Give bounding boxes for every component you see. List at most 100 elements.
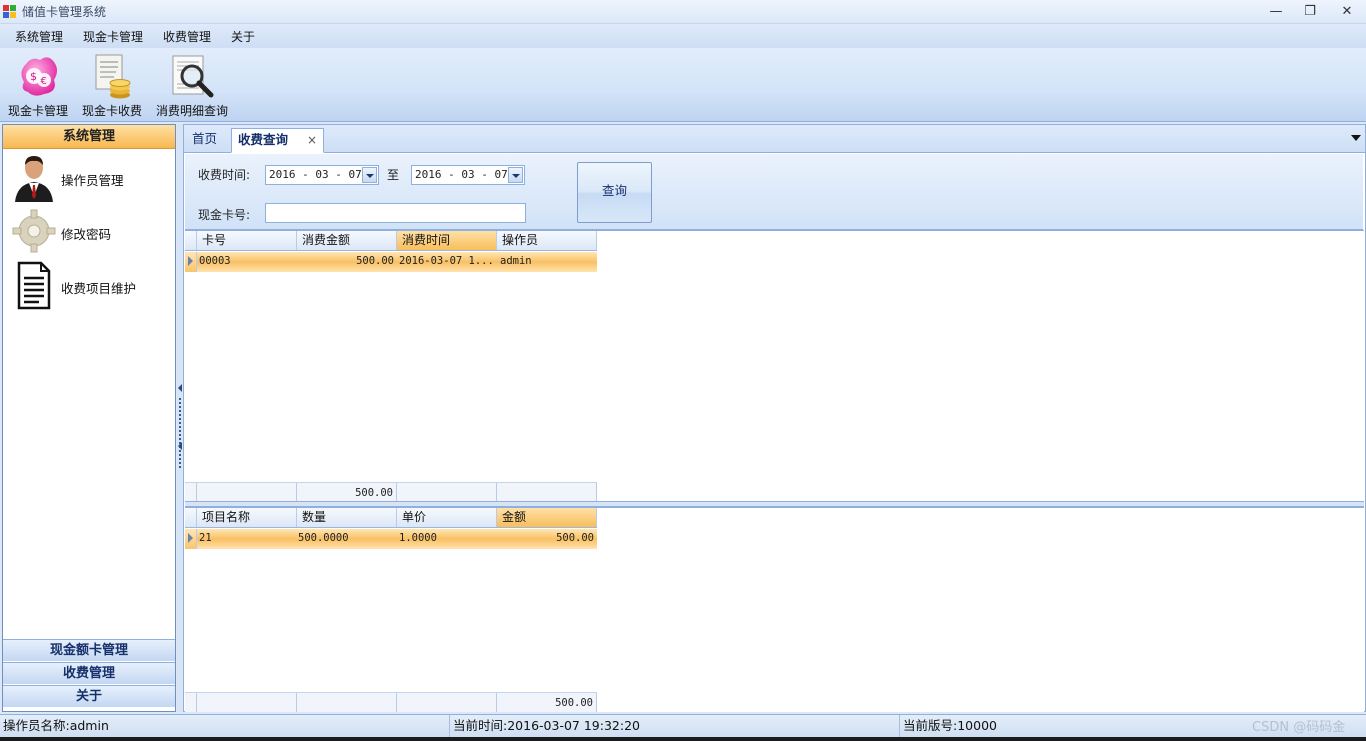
chevron-down-icon[interactable] xyxy=(508,167,523,183)
grid-corner xyxy=(185,508,197,527)
footer-indicator xyxy=(185,483,197,502)
footer-indicator xyxy=(185,693,197,712)
svg-text:€: € xyxy=(41,76,47,87)
toolbar-card-charge-button[interactable]: 现金卡收费 xyxy=(78,50,146,120)
date-from-picker[interactable]: 2016 - 03 - 07 xyxy=(265,165,379,185)
sidebar-item-label: 操作员管理 xyxy=(61,173,124,188)
sidebar-group-charges[interactable]: 收费管理 xyxy=(3,662,175,684)
collapse-arrow-icon[interactable] xyxy=(178,442,182,450)
status-operator: 操作员名称:admin xyxy=(0,715,450,738)
money-coin-icon: $ € xyxy=(21,57,57,96)
footer-cell xyxy=(397,483,497,502)
cell-amount[interactable]: 500.00 xyxy=(297,252,397,272)
toolbar-card-charge-label: 现金卡收费 xyxy=(81,104,142,118)
sidebar-header[interactable]: 系统管理 xyxy=(3,125,175,149)
grid-footer: 500.00 xyxy=(185,482,597,502)
cell-quantity[interactable]: 500.0000 xyxy=(297,529,397,549)
column-header[interactable]: 单价 xyxy=(397,508,497,527)
to-label: 至 xyxy=(387,168,400,182)
title-bar: 储值卡管理系统 — ❐ ✕ xyxy=(0,0,1366,24)
menu-charges[interactable]: 收费管理 xyxy=(160,27,214,46)
operator-avatar-icon xyxy=(15,156,53,202)
watermark: CSDN @码码金 xyxy=(1252,720,1346,735)
sidebar: 系统管理 操作员管理 修改密码 收费项目维护 现金额卡管理 收费管理 关于 xyxy=(2,124,176,712)
date-to-picker[interactable]: 2016 - 03 - 07 xyxy=(411,165,525,185)
status-current-time: 当前时间:2016-03-07 19:32:20 xyxy=(450,715,900,738)
document-icon xyxy=(17,261,51,310)
gear-icon xyxy=(12,209,56,253)
grid-corner xyxy=(185,231,197,250)
footer-total-amount: 500.00 xyxy=(497,693,597,712)
sidebar-group-cash-card[interactable]: 现金额卡管理 xyxy=(3,639,175,661)
column-header[interactable]: 卡号 xyxy=(197,231,297,250)
tab-strip: 首页 收费查询 × xyxy=(184,125,1365,153)
chevron-down-icon[interactable] xyxy=(362,167,377,183)
card-number-input[interactable] xyxy=(265,203,526,223)
toolbar-consumption-query-label: 消费明细查询 xyxy=(155,104,228,118)
toolbar-consumption-query-button[interactable]: 消费明细查询 xyxy=(154,50,230,120)
sidebar-item-label: 收费项目维护 xyxy=(61,281,137,296)
menu-cash-card[interactable]: 现金卡管理 xyxy=(80,27,146,46)
bottom-edge xyxy=(0,737,1366,741)
column-header[interactable]: 消费时间 xyxy=(397,231,497,250)
footer-total-amount: 500.00 xyxy=(297,483,397,502)
table-row[interactable]: 00003 500.00 2016-03-07 1... admin xyxy=(185,252,597,272)
status-bar: 操作员名称:admin 当前时间:2016-03-07 19:32:20 当前版… xyxy=(0,714,1366,738)
sidebar-item-change-password[interactable]: 修改密码 xyxy=(7,206,167,258)
column-header[interactable]: 金额 xyxy=(497,508,597,527)
cell-operator[interactable]: admin xyxy=(497,252,597,272)
minimize-button[interactable]: — xyxy=(1262,2,1290,22)
cell-time[interactable]: 2016-03-07 1... xyxy=(397,252,497,272)
menu-about[interactable]: 关于 xyxy=(228,27,258,46)
close-button[interactable]: ✕ xyxy=(1333,2,1361,22)
menu-bar: 系统管理 现金卡管理 收费管理 关于 xyxy=(0,24,1366,48)
footer-cell xyxy=(397,693,497,712)
consumption-grid: 卡号 消费金额 消费时间 操作员 00003 500.00 2016-03-07… xyxy=(185,230,1364,502)
charge-items-grid: 项目名称 数量 单价 金额 21 500.0000 1.0000 500.00 … xyxy=(185,507,1364,712)
receipt-coins-icon xyxy=(95,54,131,99)
column-header[interactable]: 消费金额 xyxy=(297,231,397,250)
sidebar-item-operators[interactable]: 操作员管理 xyxy=(7,152,167,204)
charge-time-label: 收费时间: xyxy=(198,168,251,182)
row-indicator xyxy=(185,529,197,549)
footer-cell xyxy=(297,693,397,712)
card-number-label: 现金卡号: xyxy=(198,208,251,222)
tab-home[interactable]: 首页 xyxy=(186,128,230,153)
magnifier-report-icon xyxy=(172,55,214,98)
sidebar-item-charge-items[interactable]: 收费项目维护 xyxy=(7,260,167,312)
footer-cell xyxy=(197,693,297,712)
window-title: 储值卡管理系统 xyxy=(22,5,107,19)
query-panel: 收费时间: 2016 - 03 - 07 至 2016 - 03 - 07 现金… xyxy=(185,154,1363,230)
current-row-icon xyxy=(188,256,193,266)
column-header[interactable]: 数量 xyxy=(297,508,397,527)
app-window: 储值卡管理系统 — ❐ ✕ 系统管理 现金卡管理 收费管理 关于 $ € 现金卡… xyxy=(0,0,1366,741)
cell-card-number[interactable]: 00003 xyxy=(197,252,297,272)
app-icon xyxy=(3,5,16,18)
splitter-grip[interactable] xyxy=(179,398,181,470)
restore-button[interactable]: ❐ xyxy=(1296,2,1324,22)
sidebar-item-label: 修改密码 xyxy=(61,227,112,242)
column-header[interactable]: 项目名称 xyxy=(197,508,297,527)
row-indicator xyxy=(185,252,197,272)
sidebar-group-about[interactable]: 关于 xyxy=(3,685,175,707)
toolbar-cash-card-label: 现金卡管理 xyxy=(7,104,68,118)
query-button[interactable]: 查询 xyxy=(577,162,652,223)
date-to-value: 2016 - 03 - 07 xyxy=(415,168,508,181)
cell-unit-price[interactable]: 1.0000 xyxy=(397,529,497,549)
footer-cell xyxy=(497,483,597,502)
tab-label: 收费查询 xyxy=(238,132,289,147)
tab-close-icon[interactable]: × xyxy=(307,129,317,151)
menu-system[interactable]: 系统管理 xyxy=(12,27,66,46)
column-header[interactable]: 操作员 xyxy=(497,231,597,250)
cell-amount[interactable]: 500.00 xyxy=(497,529,597,549)
tab-label: 首页 xyxy=(192,131,218,146)
cell-item-name[interactable]: 21 xyxy=(197,529,297,549)
grid-footer: 500.00 xyxy=(185,692,597,712)
svg-text:$: $ xyxy=(30,70,37,83)
toolbar-cash-card-button[interactable]: $ € 现金卡管理 xyxy=(4,50,72,120)
tab-charge-query[interactable]: 收费查询 × xyxy=(231,128,324,153)
current-row-icon xyxy=(188,533,193,543)
tab-list-dropdown-icon[interactable] xyxy=(1351,135,1361,141)
collapse-arrow-icon[interactable] xyxy=(178,384,182,392)
table-row[interactable]: 21 500.0000 1.0000 500.00 xyxy=(185,529,597,549)
